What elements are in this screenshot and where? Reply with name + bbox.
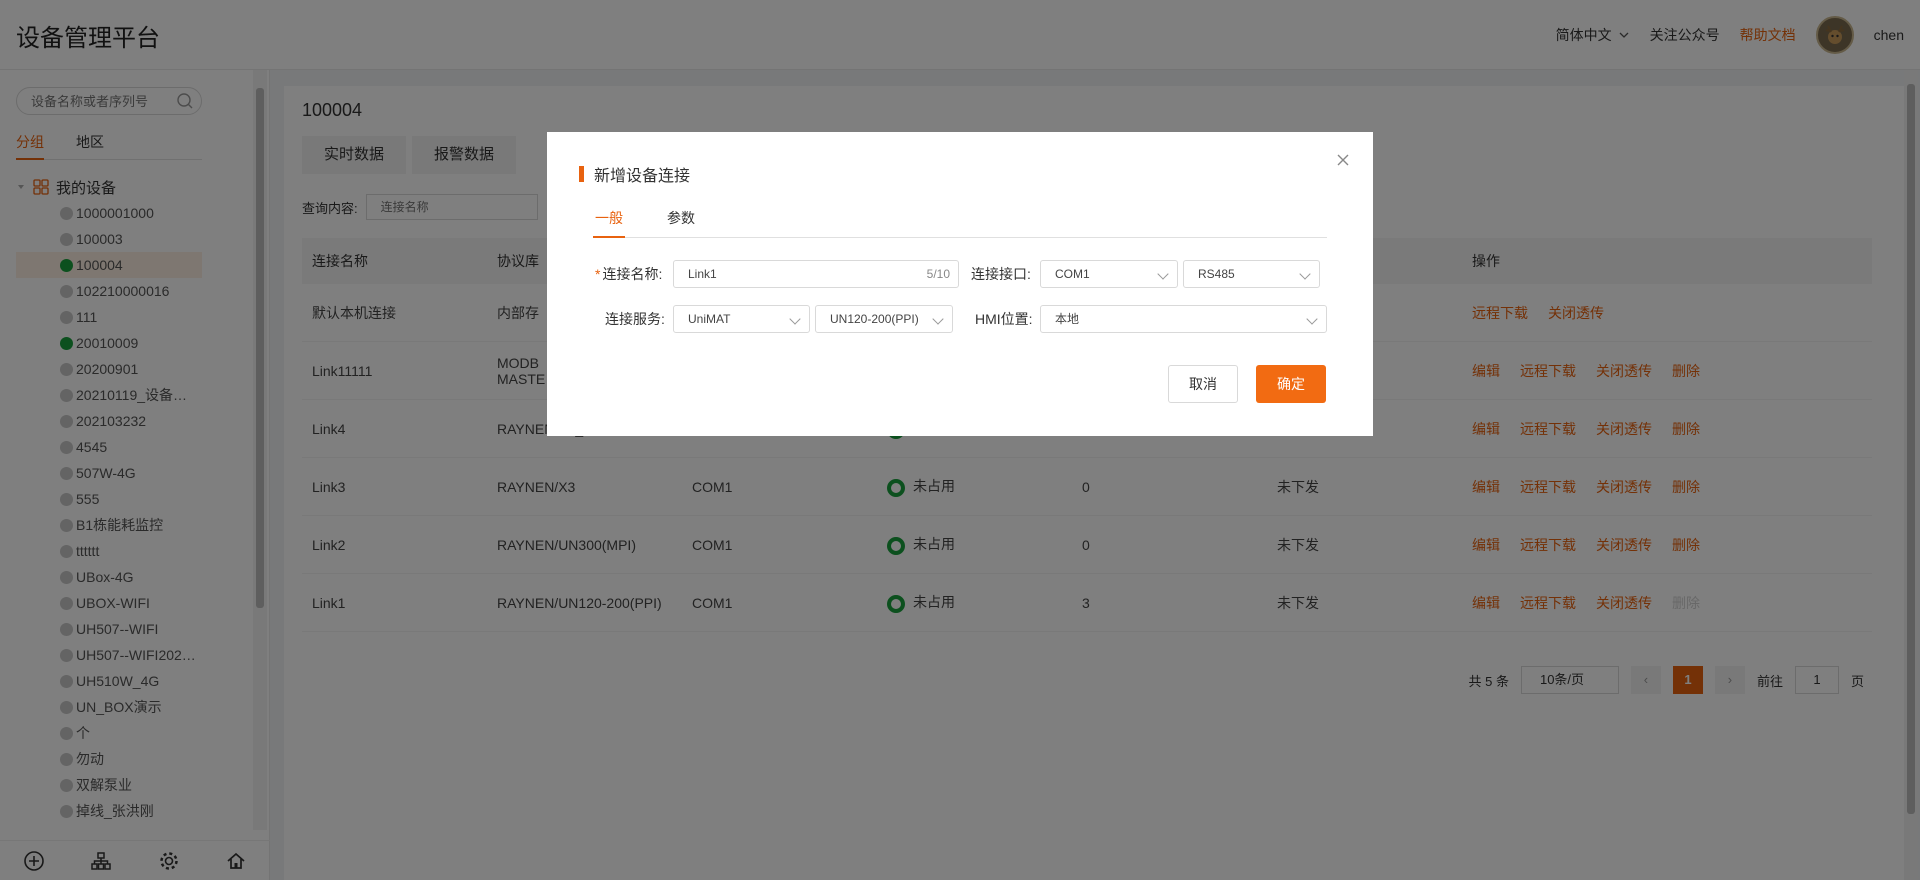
connection-name-input[interactable]: Link1 5/10 <box>673 260 959 288</box>
service-model-select[interactable]: UN120-200(PPI) <box>815 305 953 333</box>
confirm-button[interactable]: 确定 <box>1256 365 1326 403</box>
tab-general[interactable]: 一般 <box>593 208 625 238</box>
dialog-title: 新增设备连接 <box>579 162 690 186</box>
connection-name-value: Link1 <box>688 267 717 281</box>
tab-parameters[interactable]: 参数 <box>665 208 697 238</box>
chevron-down-icon <box>1299 268 1311 280</box>
dialog-title-text: 新增设备连接 <box>594 168 691 185</box>
chevron-down-icon <box>789 313 801 325</box>
hmi-location-label: HMI位置: <box>975 311 1033 327</box>
port-type-value: RS485 <box>1198 267 1235 281</box>
connection-port-value: COM1 <box>1055 267 1090 281</box>
cancel-button[interactable]: 取消 <box>1168 365 1238 403</box>
connection-port-select[interactable]: COM1 <box>1040 260 1178 288</box>
connection-service-select[interactable]: UniMAT <box>673 305 810 333</box>
close-icon[interactable] <box>1335 152 1351 168</box>
port-type-select[interactable]: RS485 <box>1183 260 1320 288</box>
connection-name-label: * 连接名称: <box>595 266 663 282</box>
char-counter: 5/10 <box>926 267 950 281</box>
title-accent-bar <box>579 166 584 182</box>
chevron-down-icon <box>1306 313 1318 325</box>
connection-service-value: UniMAT <box>688 312 731 326</box>
dialog-tabs: 一般 参数 <box>593 208 1327 238</box>
new-connection-dialog: 新增设备连接 一般 参数 * 连接名称: Link1 5/10 连接接口: COM… <box>547 132 1373 436</box>
service-model-value: UN120-200(PPI) <box>830 312 919 326</box>
hmi-location-select[interactable]: 本地 <box>1040 305 1327 333</box>
connection-port-label: 连接接口: <box>971 266 1031 282</box>
connection-service-label: 连接服务: <box>605 311 665 327</box>
chevron-down-icon <box>1157 268 1169 280</box>
chevron-down-icon <box>932 313 944 325</box>
hmi-location-value: 本地 <box>1055 312 1080 326</box>
